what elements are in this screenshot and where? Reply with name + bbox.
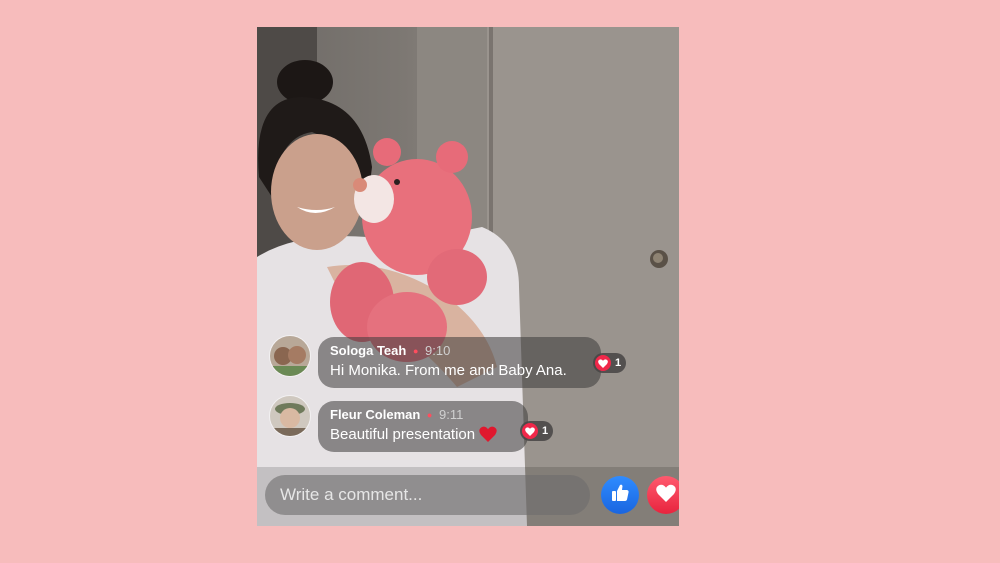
comment-meta: Fleur Coleman ● 9:11 [330,407,516,423]
live-dot-icon: ● [412,346,419,356]
comment-input[interactable]: Write a comment... [265,475,590,515]
reaction-count: 1 [615,357,622,369]
comment-time: 9:10 [425,343,451,358]
comment-bubble: Fleur Coleman ● 9:11 Beautiful presentat… [318,401,528,452]
love-button-clip [647,476,679,514]
commenter-avatar[interactable] [269,335,311,377]
heart-icon [522,423,538,439]
reaction-count: 1 [542,425,549,437]
thumbs-up-icon [610,483,630,508]
heart-emoji [479,426,497,443]
commenter-avatar[interactable] [269,395,311,437]
comment-time: 9:11 [438,407,464,422]
comment-author[interactable]: Fleur Coleman [330,407,420,422]
comment-bubble: Sologa Teah ● 9:10 Hi Monika. From me an… [318,337,601,388]
heart-icon [656,484,676,507]
comment-author[interactable]: Sologa Teah [330,343,406,358]
comment-text-content: Beautiful presentation [330,426,476,443]
comment-meta: Sologa Teah ● 9:10 [330,343,589,359]
reaction-count-badge[interactable]: 1 [520,421,554,441]
live-dot-icon: ● [426,410,433,420]
heart-icon [595,355,611,371]
love-button[interactable] [647,476,679,514]
comment-text: Hi Monika. From me and Baby Ana. [330,362,567,379]
comment-text: Beautiful presentation [330,425,516,445]
like-button[interactable] [601,476,639,514]
reaction-count-badge[interactable]: 1 [593,353,627,373]
